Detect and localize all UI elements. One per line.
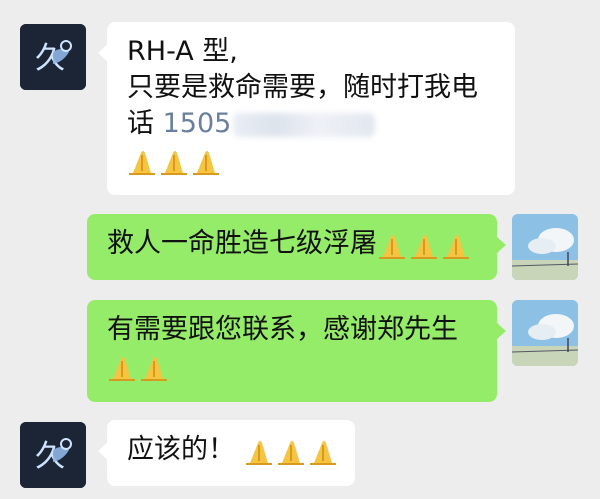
incoming-message-bubble[interactable]: 应该的！ [98, 420, 355, 486]
pray-hands-icon [159, 147, 189, 175]
pray-hands-icon [127, 147, 157, 175]
message-text: 救人一命胜造七级浮屠 [107, 228, 377, 259]
message-text-phone-line: 话 1505 [127, 106, 495, 142]
message-row: 有需要跟您联系，感谢郑先生 [0, 300, 600, 406]
logo-icon: 久 [20, 422, 86, 488]
message-row: 久 RH-A 型, 只要是救命需要，随时打我电 话 1505 [0, 22, 600, 202]
redacted-phone-blur [233, 112, 376, 137]
contact-avatar[interactable]: 久 [20, 422, 86, 488]
incoming-message-bubble[interactable]: RH-A 型, 只要是救命需要，随时打我电 话 1505 [98, 22, 515, 195]
my-avatar[interactable] [512, 214, 578, 280]
pray-hands-icon [409, 231, 439, 259]
phone-number-link[interactable]: 1505 [163, 108, 232, 139]
message-text: 话 [127, 108, 163, 139]
sky-landscape-avatar [512, 300, 578, 366]
my-avatar[interactable] [512, 300, 578, 366]
sky-landscape-avatar [512, 214, 578, 280]
message-text: 有需要跟您联系，感谢郑先生 [107, 314, 458, 345]
message-row: 久 应该的！ [0, 420, 600, 490]
message-text: RH-A 型, [127, 36, 238, 67]
logo-icon: 久 [20, 24, 86, 90]
contact-avatar[interactable]: 久 [20, 24, 86, 90]
pray-hands-icon [308, 437, 338, 465]
pray-hands-icon [276, 437, 306, 465]
pray-hands-icon [191, 147, 221, 175]
outgoing-message-bubble[interactable]: 救人一命胜造七级浮屠 [87, 214, 506, 280]
pray-hands-icon [107, 353, 137, 381]
message-text: 应该的！ [127, 434, 235, 465]
message-text-with-emoji: 救人一命胜造七级浮屠 [107, 226, 477, 262]
pray-hands-icon [244, 437, 274, 465]
outgoing-message-bubble[interactable]: 有需要跟您联系，感谢郑先生 [87, 300, 506, 402]
emoji-group [127, 142, 495, 178]
pray-hands-icon [441, 231, 471, 259]
pray-hands-icon [377, 231, 407, 259]
message-text: 只要是救命需要，随时打我电 [127, 72, 478, 103]
emoji-group [107, 348, 477, 384]
pray-hands-icon [139, 353, 169, 381]
message-row: 救人一命胜造七级浮屠 [0, 214, 600, 284]
message-text-with-emoji: 应该的！ [127, 432, 338, 468]
